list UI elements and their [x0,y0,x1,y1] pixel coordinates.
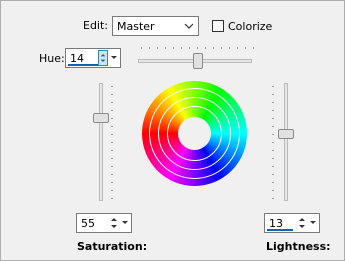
lightness-tick [272,118,274,119]
saturation-label: Saturation: [77,240,148,253]
hue-spinner[interactable]: 14 [65,48,121,68]
hue-tick [181,47,182,49]
lightness-label: Lightness: [266,240,331,253]
hue-saturation-panel: Edit: Master Colorize Hue: 14 55 Saturat… [0,0,345,261]
saturation-value: 55 [81,217,95,230]
lightness-tick [272,94,274,95]
hue-tick [157,47,158,49]
wheel-center [178,117,211,150]
spin-menu-icon[interactable] [110,50,118,66]
saturation-slider-thumb[interactable] [93,113,109,124]
saturation-tick [111,110,113,111]
spin-menu-icon[interactable] [121,215,129,231]
saturation-tick [111,118,113,119]
hue-tick [189,47,190,49]
lightness-tick [272,86,274,87]
hue-tick [165,47,166,49]
saturation-tick [111,126,113,127]
lightness-tick [272,150,274,151]
spin-arrows-icon[interactable] [109,215,119,231]
saturation-tick [111,174,113,175]
saturation-tick [111,166,113,167]
lightness-tick [272,134,274,135]
lightness-focus-underline [267,229,293,231]
lightness-tick [272,102,274,103]
hue-slider-thumb[interactable] [193,53,204,69]
spin-arrows-icon[interactable] [297,215,307,231]
edit-label: Edit: [83,19,109,32]
hue-tick [197,47,198,49]
lightness-slider-thumb[interactable] [278,129,294,140]
hue-tick [213,47,214,49]
lightness-tick [272,174,274,175]
spin-arrows-icon[interactable] [98,50,108,66]
edit-dropdown-value: Master [117,20,155,33]
hue-tick [245,47,246,49]
hue-tick [237,47,238,49]
saturation-tick [111,134,113,135]
lightness-tick [272,158,274,159]
chevron-down-icon [184,23,194,29]
hue-tick [141,47,142,49]
hue-focus-underline [68,64,98,66]
colorize-checkbox[interactable] [212,20,224,32]
hue-tick [149,47,150,49]
hue-label: Hue: [39,52,65,65]
saturation-tick [111,94,113,95]
lightness-tick [272,190,274,191]
edit-dropdown[interactable]: Master [112,16,199,36]
hue-tick [173,47,174,49]
saturation-tick [111,150,113,151]
hue-color-wheel[interactable] [142,81,247,186]
lightness-tick [272,126,274,127]
saturation-tick [111,102,113,103]
lightness-tick [272,142,274,143]
saturation-slider-track[interactable] [99,83,103,201]
lightness-tick [272,110,274,111]
spin-menu-icon[interactable] [309,215,317,231]
saturation-tick [111,158,113,159]
hue-tick [205,47,206,49]
saturation-tick [111,190,113,191]
lightness-tick [272,166,274,167]
lightness-tick [272,198,274,199]
saturation-tick [111,142,113,143]
colorize-label: Colorize [228,20,273,33]
hue-tick [253,47,254,49]
lightness-spinner[interactable]: 13 [264,213,320,233]
saturation-tick [111,198,113,199]
lightness-tick [272,182,274,183]
saturation-tick [111,86,113,87]
hue-tick [229,47,230,49]
saturation-spinner[interactable]: 55 [76,213,132,233]
hue-tick [221,47,222,49]
saturation-tick [111,182,113,183]
lightness-slider-track[interactable] [284,83,288,201]
